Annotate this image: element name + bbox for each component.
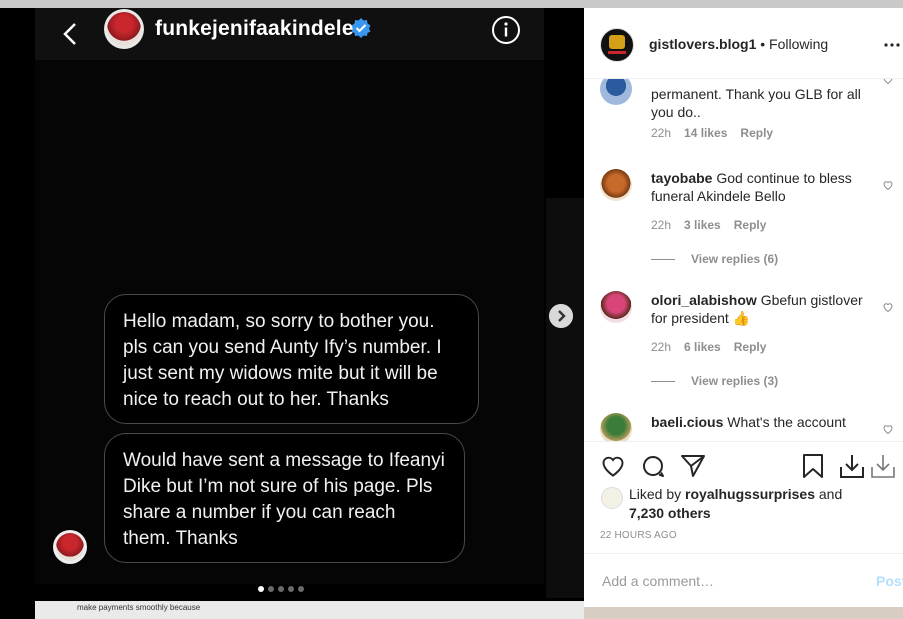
comment-meta: 22h 14 likes Reply (651, 126, 773, 140)
comment-meta: 22h 3 likes Reply (651, 218, 766, 232)
story-username: funkejenifaakindele (155, 17, 354, 40)
carousel-dot (298, 586, 304, 592)
liked-by-prefix: Liked by (629, 486, 682, 502)
view-replies-button[interactable]: View replies (6) (651, 252, 778, 266)
author-username[interactable]: gistlovers.blog1 (649, 36, 756, 52)
sender-avatar (53, 530, 87, 564)
commenter-username[interactable]: olori_alabishow (651, 292, 757, 308)
comments-list: permanent. Thank you GLB for all you do.… (584, 79, 903, 441)
carousel-dot-active (258, 586, 264, 592)
message-bubble: Hello madam, so sorry to bother you. pls… (104, 294, 479, 424)
comment-likes[interactable]: 6 likes (684, 340, 721, 354)
like-comment-icon[interactable] (882, 423, 894, 435)
save-bookmark-icon[interactable] (800, 453, 826, 479)
view-replies-button[interactable]: View replies (3) (651, 374, 778, 388)
carousel-dot (288, 586, 294, 592)
follow-status[interactable]: Following (769, 36, 828, 52)
post-side-panel: gistlovers.blog1 • Following permanent. … (584, 8, 903, 607)
like-comment-icon[interactable] (882, 79, 894, 85)
more-options-icon[interactable] (884, 43, 900, 47)
comment-likes[interactable]: 3 likes (684, 218, 721, 232)
share-plane-icon[interactable] (680, 453, 706, 479)
comment-likes[interactable]: 14 likes (684, 126, 727, 140)
liker-username[interactable]: royalhugssurprises (685, 486, 815, 502)
commenter-username[interactable]: tayobabe (651, 170, 712, 186)
next-post-preview: make payments smoothly because (35, 601, 584, 619)
story-screenshot: funkejenifaakindele Hello madam, so sorr… (35, 8, 544, 584)
preview-text: make payments smoothly because (77, 603, 201, 612)
story-avatar (104, 9, 144, 49)
post-timestamp: 22 HOURS AGO (600, 530, 677, 541)
carousel-dot (268, 586, 274, 592)
commenter-avatar[interactable] (600, 169, 632, 201)
reply-button[interactable]: Reply (740, 126, 773, 140)
like-heart-icon[interactable] (600, 453, 626, 479)
next-slide-button[interactable] (549, 304, 573, 328)
separator-dot: • (760, 36, 766, 52)
back-arrow-icon (63, 23, 76, 45)
liked-by-line: Liked by royalhugssurprises and 7,230 ot… (629, 485, 842, 523)
download-icon[interactable] (870, 453, 896, 479)
commenter-avatar[interactable] (600, 79, 632, 105)
like-comment-icon[interactable] (882, 301, 894, 313)
comment-text: baeli.cious What's the account (651, 413, 871, 431)
verified-badge-icon (351, 18, 371, 38)
comment-meta: 22h 6 likes Reply (651, 340, 766, 354)
story-header: funkejenifaakindele (35, 8, 544, 60)
likes-count[interactable]: 7,230 others (629, 505, 711, 521)
comment-input[interactable] (600, 572, 854, 590)
next-post-preview-right (584, 607, 903, 619)
carousel-indicator (258, 586, 304, 592)
comment-bubble-icon[interactable] (640, 453, 666, 479)
comment-text: permanent. Thank you GLB for all you do.… (651, 86, 861, 120)
actions-divider (584, 441, 903, 442)
view-replies-label: View replies (3) (691, 374, 779, 388)
reply-button[interactable]: Reply (734, 218, 767, 232)
commenter-avatar[interactable] (600, 291, 632, 323)
adjacent-slide-strip (546, 198, 584, 598)
message-bubble: Would have sent a message to Ifeanyi Dik… (104, 433, 465, 563)
comment-time: 22h (651, 218, 672, 232)
commenter-username[interactable]: baeli.cious (651, 414, 723, 430)
info-icon (492, 16, 520, 44)
add-comment-bar: Post (584, 553, 903, 608)
post-header: gistlovers.blog1 • Following (584, 8, 903, 79)
carousel-dot (278, 586, 284, 592)
reply-button[interactable]: Reply (734, 340, 767, 354)
browser-backdrop (0, 0, 903, 8)
commenter-avatar[interactable] (600, 413, 632, 441)
comment-body: What's the account (727, 414, 846, 430)
author-avatar[interactable] (600, 28, 634, 62)
liked-by-and: and (818, 486, 843, 502)
post-comment-button[interactable]: Post (876, 573, 903, 589)
post-author-line: gistlovers.blog1 • Following (649, 36, 828, 52)
liker-avatar[interactable] (601, 487, 623, 509)
comment-text: olori_alabishow Gbefun gistlover for pre… (651, 291, 871, 327)
view-replies-label: View replies (6) (691, 252, 779, 266)
comment-text: tayobabe God continue to bless funeral A… (651, 169, 871, 205)
like-comment-icon[interactable] (882, 179, 894, 191)
comment-time: 22h (651, 340, 672, 354)
post-media: funkejenifaakindele Hello madam, so sorr… (0, 8, 584, 619)
download-icon[interactable] (839, 453, 865, 479)
comment-time: 22h (651, 126, 672, 140)
